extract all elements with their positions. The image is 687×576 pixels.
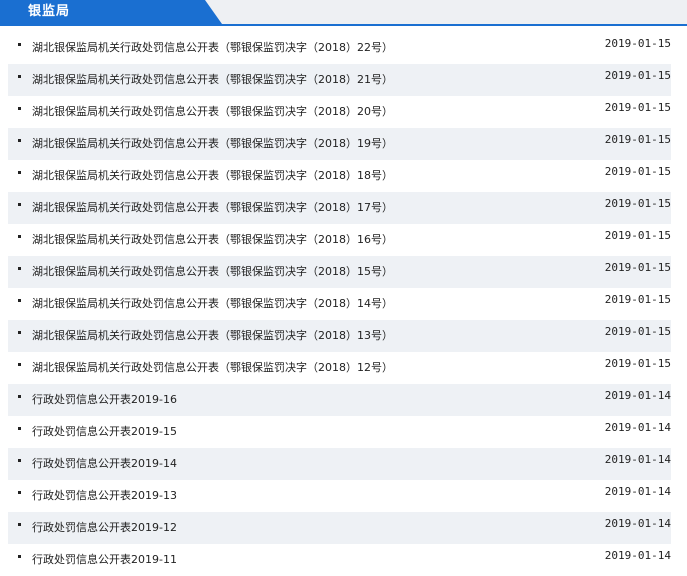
list-item-link[interactable]: 湖北银保监局机关行政处罚信息公开表（鄂银保监罚决字（2018）22号）: [32, 40, 393, 56]
bullet-icon: [18, 523, 21, 526]
list-item-date: 2019-01-14: [604, 453, 671, 466]
bullet-icon: [18, 171, 21, 174]
section-title: 银监局: [28, 4, 71, 19]
list-item-link[interactable]: 行政处罚信息公开表2019-16: [32, 392, 177, 408]
bullet-icon: [18, 491, 21, 494]
list-item: 湖北银保监局机关行政处罚信息公开表（鄂银保监罚决字（2018）22号） 2019…: [8, 32, 671, 64]
list-item: 湖北银保监局机关行政处罚信息公开表（鄂银保监罚决字（2018）12号） 2019…: [8, 352, 671, 384]
bullet-icon: [18, 267, 21, 270]
list-item-date: 2019-01-15: [604, 133, 671, 146]
bullet-icon: [18, 203, 21, 206]
list-item: 湖北银保监局机关行政处罚信息公开表（鄂银保监罚决字（2018）18号） 2019…: [8, 160, 671, 192]
list-item-date: 2019-01-15: [604, 37, 671, 50]
list-item-date: 2019-01-15: [604, 165, 671, 178]
list-item-date: 2019-01-15: [604, 229, 671, 242]
list-item: 行政处罚信息公开表2019-12 2019-01-14: [8, 512, 671, 544]
list-item-link[interactable]: 湖北银保监局机关行政处罚信息公开表（鄂银保监罚决字（2018）14号）: [32, 296, 393, 312]
list-item: 湖北银保监局机关行政处罚信息公开表（鄂银保监罚决字（2018）14号） 2019…: [8, 288, 671, 320]
bullet-icon: [18, 235, 21, 238]
list-item-link[interactable]: 湖北银保监局机关行政处罚信息公开表（鄂银保监罚决字（2018）18号）: [32, 168, 393, 184]
list-item-date: 2019-01-14: [604, 485, 671, 498]
bullet-icon: [18, 331, 21, 334]
notice-list: 湖北银保监局机关行政处罚信息公开表（鄂银保监罚决字（2018）22号） 2019…: [8, 32, 671, 576]
bullet-icon: [18, 555, 21, 558]
list-item: 湖北银保监局机关行政处罚信息公开表（鄂银保监罚决字（2018）16号） 2019…: [8, 224, 671, 256]
list-item: 行政处罚信息公开表2019-14 2019-01-14: [8, 448, 671, 480]
list-item-date: 2019-01-14: [604, 517, 671, 530]
list-item: 湖北银保监局机关行政处罚信息公开表（鄂银保监罚决字（2018）15号） 2019…: [8, 256, 671, 288]
list-item-date: 2019-01-14: [604, 421, 671, 434]
list-item: 行政处罚信息公开表2019-13 2019-01-14: [8, 480, 671, 512]
list-item-date: 2019-01-15: [604, 101, 671, 114]
list-item-link[interactable]: 湖北银保监局机关行政处罚信息公开表（鄂银保监罚决字（2018）15号）: [32, 264, 393, 280]
list-item-date: 2019-01-14: [604, 549, 671, 562]
list-item-link[interactable]: 湖北银保监局机关行政处罚信息公开表（鄂银保监罚决字（2018）16号）: [32, 232, 393, 248]
bullet-icon: [18, 299, 21, 302]
bullet-icon: [18, 139, 21, 142]
list-item-link[interactable]: 行政处罚信息公开表2019-14: [32, 456, 177, 472]
list-item: 行政处罚信息公开表2019-16 2019-01-14: [8, 384, 671, 416]
bullet-icon: [18, 43, 21, 46]
bullet-icon: [18, 107, 21, 110]
bullet-icon: [18, 363, 21, 366]
list-item: 湖北银保监局机关行政处罚信息公开表（鄂银保监罚决字（2018）13号） 2019…: [8, 320, 671, 352]
list-item-link[interactable]: 湖北银保监局机关行政处罚信息公开表（鄂银保监罚决字（2018）13号）: [32, 328, 393, 344]
list-item-date: 2019-01-15: [604, 293, 671, 306]
list-item: 行政处罚信息公开表2019-15 2019-01-14: [8, 416, 671, 448]
bullet-icon: [18, 75, 21, 78]
list-item-link[interactable]: 行政处罚信息公开表2019-13: [32, 488, 177, 504]
list-item-date: 2019-01-15: [604, 197, 671, 210]
list-item-date: 2019-01-15: [604, 261, 671, 274]
section-title-tab: 银监局: [0, 0, 222, 24]
section-header: 银监局: [0, 0, 687, 26]
bullet-icon: [18, 395, 21, 398]
list-item: 湖北银保监局机关行政处罚信息公开表（鄂银保监罚决字（2018）21号） 2019…: [8, 64, 671, 96]
list-item-link[interactable]: 湖北银保监局机关行政处罚信息公开表（鄂银保监罚决字（2018）12号）: [32, 360, 393, 376]
list-item: 湖北银保监局机关行政处罚信息公开表（鄂银保监罚决字（2018）20号） 2019…: [8, 96, 671, 128]
list-item-link[interactable]: 行政处罚信息公开表2019-15: [32, 424, 177, 440]
list-item-date: 2019-01-14: [604, 389, 671, 402]
bullet-icon: [18, 459, 21, 462]
list-item-link[interactable]: 行政处罚信息公开表2019-11: [32, 552, 177, 568]
list-item-date: 2019-01-15: [604, 357, 671, 370]
list-item-link[interactable]: 湖北银保监局机关行政处罚信息公开表（鄂银保监罚决字（2018）21号）: [32, 72, 393, 88]
list-item-link[interactable]: 湖北银保监局机关行政处罚信息公开表（鄂银保监罚决字（2018）19号）: [32, 136, 393, 152]
list-item: 行政处罚信息公开表2019-11 2019-01-14: [8, 544, 671, 576]
list-item-date: 2019-01-15: [604, 325, 671, 338]
list-item-link[interactable]: 湖北银保监局机关行政处罚信息公开表（鄂银保监罚决字（2018）17号）: [32, 200, 393, 216]
bullet-icon: [18, 427, 21, 430]
list-item-link[interactable]: 湖北银保监局机关行政处罚信息公开表（鄂银保监罚决字（2018）20号）: [32, 104, 393, 120]
list-item: 湖北银保监局机关行政处罚信息公开表（鄂银保监罚决字（2018）19号） 2019…: [8, 128, 671, 160]
list-item-date: 2019-01-15: [604, 69, 671, 82]
list-item: 湖北银保监局机关行政处罚信息公开表（鄂银保监罚决字（2018）17号） 2019…: [8, 192, 671, 224]
list-item-link[interactable]: 行政处罚信息公开表2019-12: [32, 520, 177, 536]
